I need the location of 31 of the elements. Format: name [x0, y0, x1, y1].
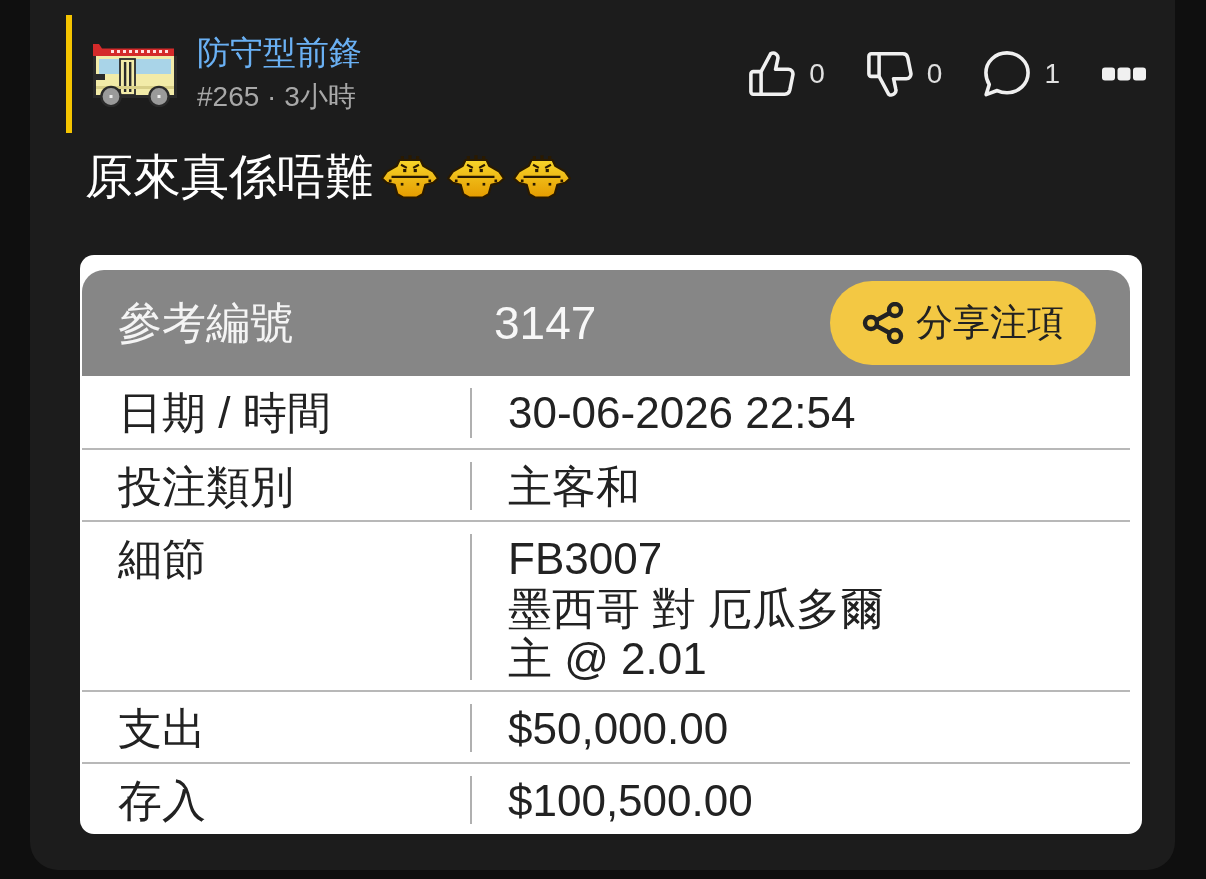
comment-button[interactable]: 1 — [984, 51, 1060, 97]
speech-bubble-icon — [984, 51, 1031, 97]
post-text: 原來真係唔難 — [85, 149, 373, 205]
row-label: 存入 — [118, 776, 206, 826]
row-label: 日期 / 時間 — [118, 388, 331, 438]
emoji-icon — [381, 155, 439, 199]
row-value: 主 @ 2.01 — [508, 634, 707, 684]
row-value: 30-06-2026 22:54 — [508, 388, 856, 438]
reference-number: 3147 — [494, 295, 597, 351]
like-button[interactable]: 0 — [749, 51, 825, 97]
emoji-icon — [447, 155, 505, 199]
thumbs-down-icon — [866, 51, 913, 97]
more-icon — [1102, 67, 1146, 81]
row-label: 細節 — [118, 534, 206, 584]
reference-label: 參考編號 — [118, 297, 294, 349]
row-label: 投注類別 — [118, 462, 294, 512]
share-button[interactable]: 分享注項 — [830, 281, 1096, 365]
row-value: $100,500.00 — [508, 776, 753, 826]
row-label: 支出 — [118, 704, 206, 754]
row-value: 墨西哥 對 厄瓜多爾 — [508, 584, 885, 634]
author-name[interactable]: 防守型前鋒 — [197, 33, 362, 73]
emoji-icon — [513, 155, 571, 199]
row-value: $50,000.00 — [508, 704, 729, 754]
row-value: FB3007 — [508, 534, 663, 584]
dislike-button[interactable]: 0 — [866, 51, 943, 97]
thumbs-up-icon — [749, 51, 796, 97]
minibus-avatar-icon — [90, 41, 180, 107]
row-value: 主客和 — [508, 462, 640, 512]
share-icon — [862, 302, 904, 344]
post-meta: #265 · 3小時 — [197, 80, 356, 114]
more-button[interactable] — [1102, 67, 1146, 81]
